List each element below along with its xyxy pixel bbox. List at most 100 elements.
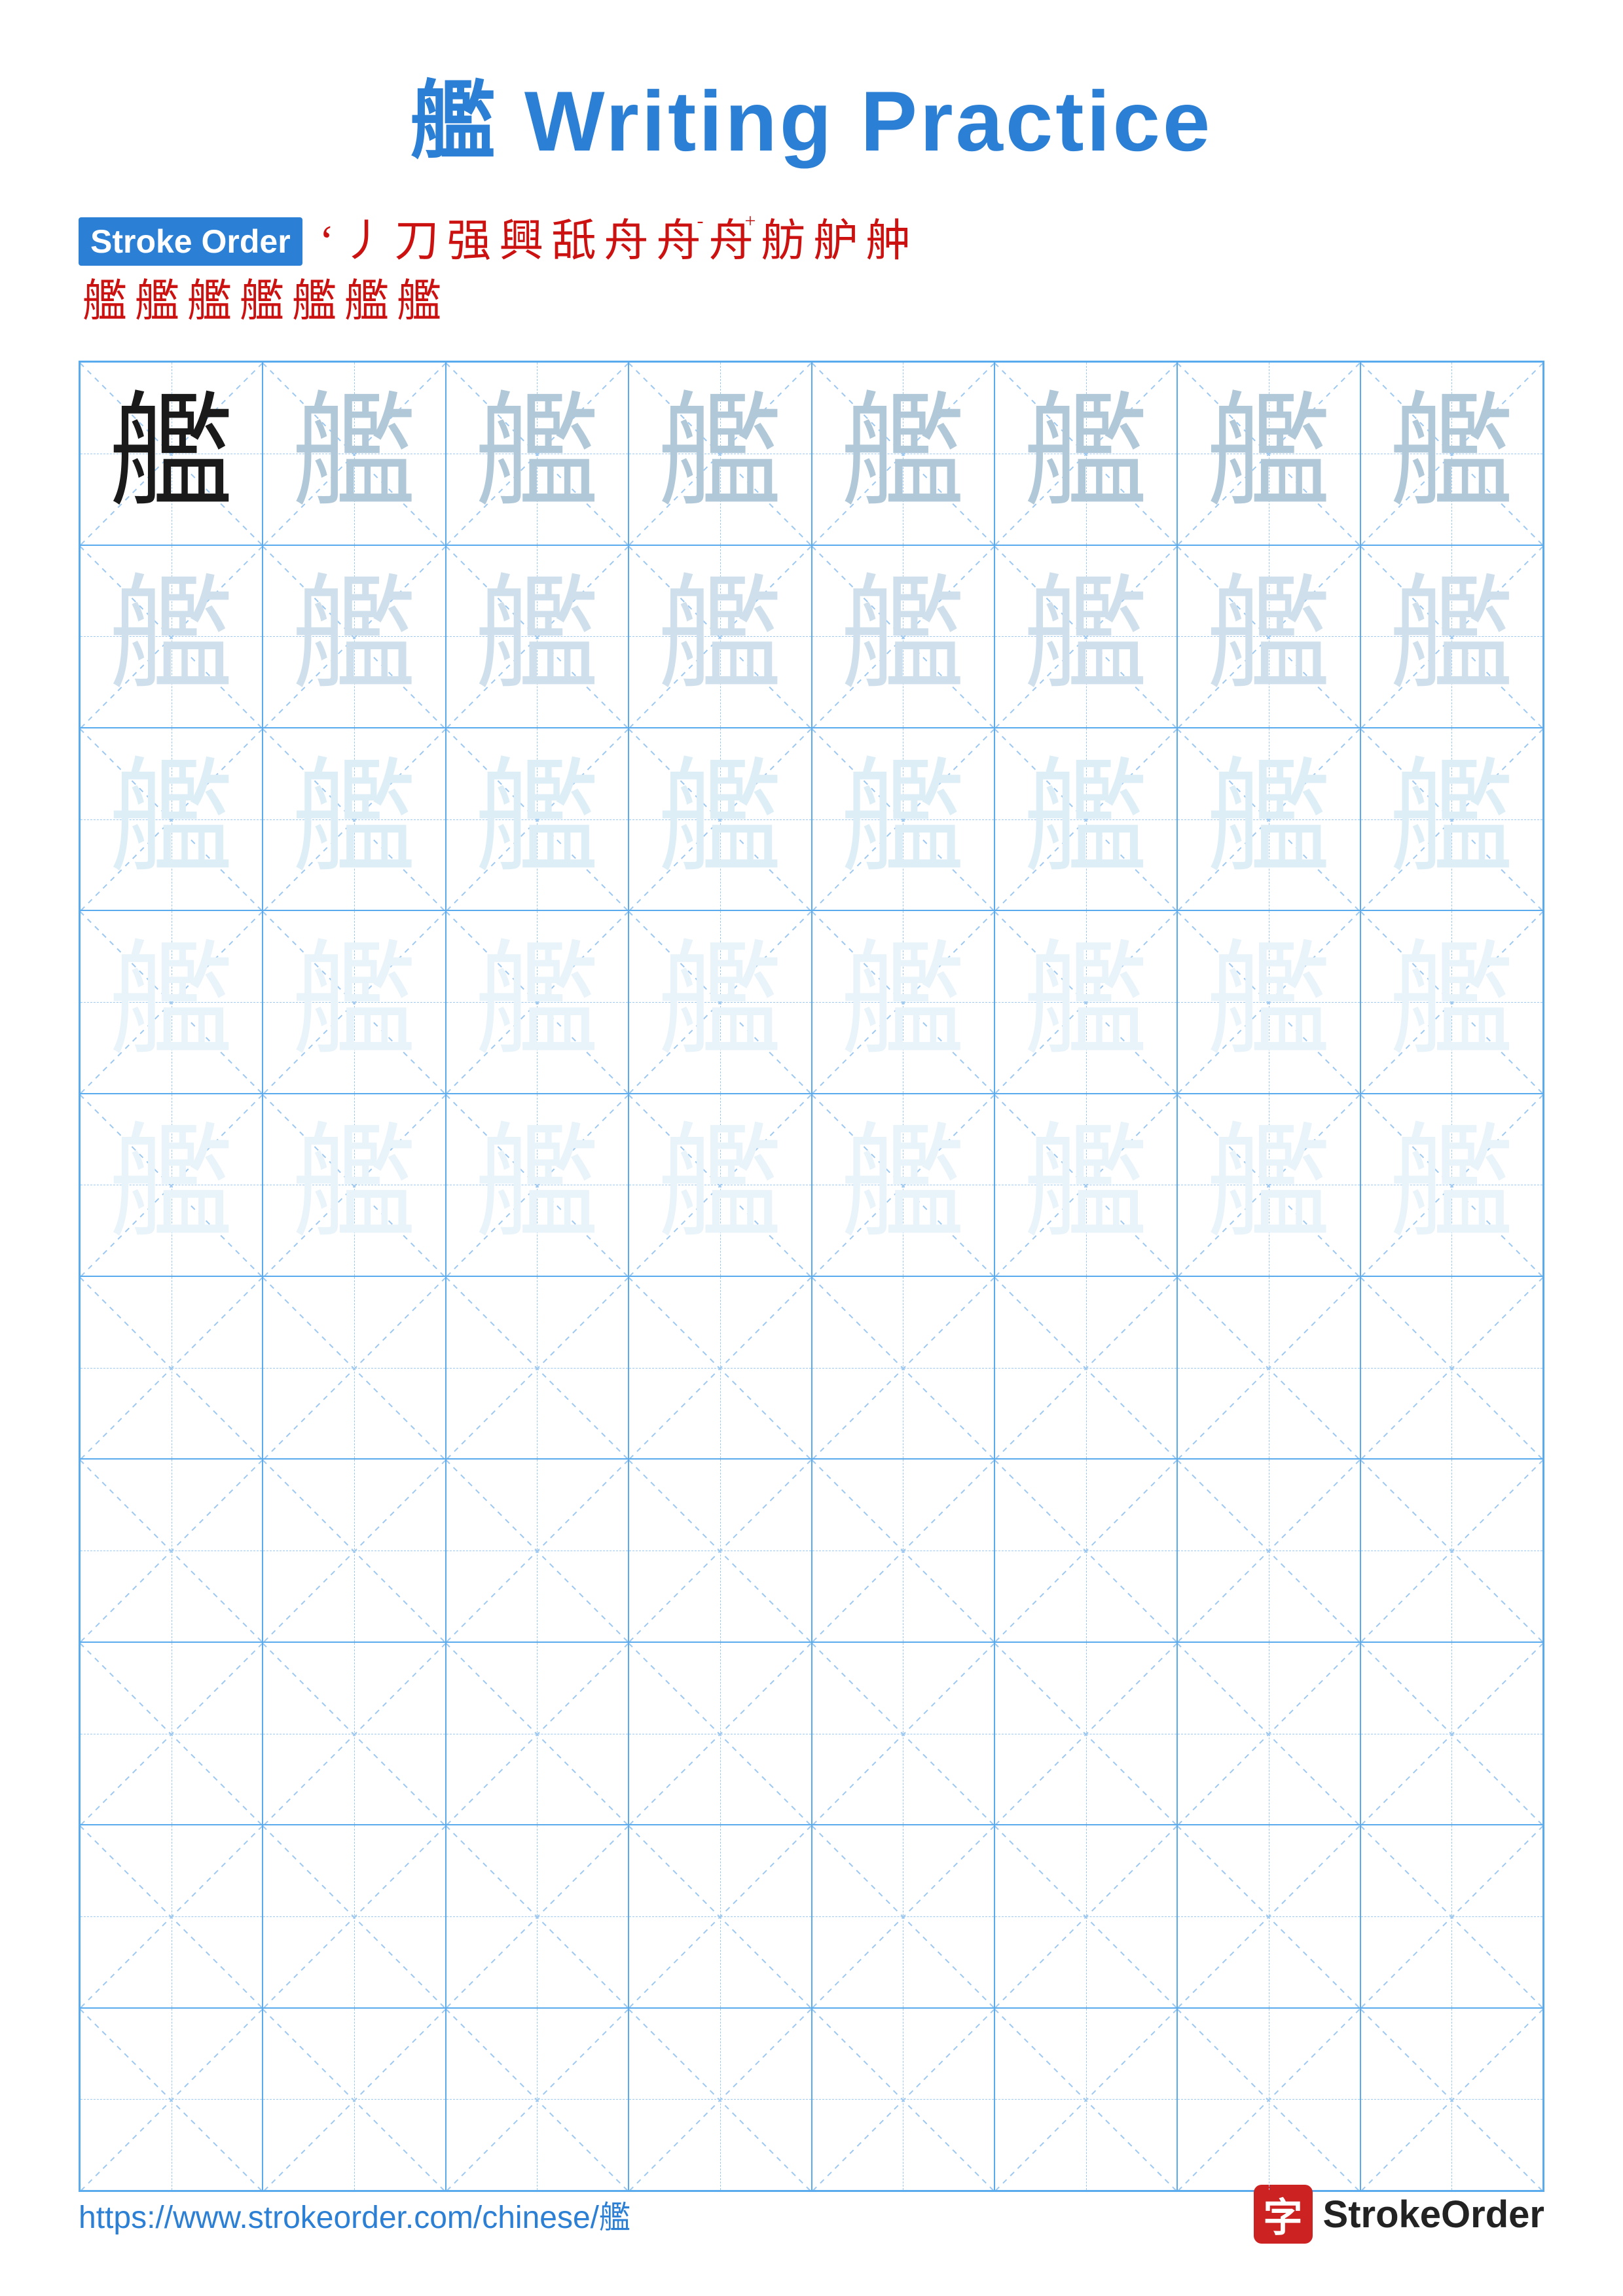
grid-cell-10-4[interactable] xyxy=(629,2008,811,2191)
grid-cell-9-8[interactable] xyxy=(1360,1825,1543,2007)
stroke-1: ‘ xyxy=(319,215,335,268)
grid-cell-5-4: 艦 xyxy=(629,1094,811,1276)
stroke-18: 艦 xyxy=(344,275,389,329)
practice-char: 艦 xyxy=(841,940,965,1064)
grid-cell-9-6[interactable] xyxy=(994,1825,1177,2007)
footer-url[interactable]: https://www.strokeorder.com/chinese/艦 xyxy=(79,2191,630,2237)
practice-char: 艦 xyxy=(1024,391,1148,516)
grid-cell-4-1: 艦 xyxy=(80,910,263,1093)
grid-cell-7-2[interactable] xyxy=(263,1459,445,1641)
grid-cell-1-2: 艦 xyxy=(263,362,445,545)
grid-cell-10-5[interactable] xyxy=(812,2008,994,2191)
practice-char: 艦 xyxy=(475,940,599,1064)
grid-cell-7-1[interactable] xyxy=(80,1459,263,1641)
grid-cell-8-6[interactable] xyxy=(994,1642,1177,1825)
grid-cell-5-2: 艦 xyxy=(263,1094,445,1276)
stroke-19: 艦 xyxy=(397,275,441,329)
stroke-10: 舫 xyxy=(761,215,805,268)
grid-cell-6-5[interactable] xyxy=(812,1276,994,1459)
grid-row-5: 艦 艦 艦 艦 艦 艦 艦 xyxy=(80,1094,1543,1276)
grid-cell-4-7: 艦 xyxy=(1177,910,1360,1093)
grid-cell-8-5[interactable] xyxy=(812,1642,994,1825)
grid-cell-7-7[interactable] xyxy=(1177,1459,1360,1641)
grid-cell-3-8: 艦 xyxy=(1360,728,1543,910)
practice-char: 艦 xyxy=(1389,391,1514,516)
grid-cell-8-8[interactable] xyxy=(1360,1642,1543,1825)
grid-cell-1-5: 艦 xyxy=(812,362,994,545)
grid-cell-7-8[interactable] xyxy=(1360,1459,1543,1641)
grid-cell-5-3: 艦 xyxy=(446,1094,629,1276)
grid-cell-7-4[interactable] xyxy=(629,1459,811,1641)
practice-char: 艦 xyxy=(841,391,965,516)
grid-cell-10-6[interactable] xyxy=(994,2008,1177,2191)
practice-char: 艦 xyxy=(658,574,782,698)
grid-cell-3-6: 艦 xyxy=(994,728,1177,910)
stroke-order-row: Stroke Order ‘ 丿 刀 强 興 舐 舟 舟- 舟+ 舫 舮 舯 xyxy=(79,215,1544,268)
brand-name: StrokeOrder xyxy=(1323,2193,1544,2236)
grid-cell-9-2[interactable] xyxy=(263,1825,445,2007)
practice-char: 艦 xyxy=(475,757,599,882)
grid-cell-10-2[interactable] xyxy=(263,2008,445,2191)
grid-cell-7-3[interactable] xyxy=(446,1459,629,1641)
stroke-2: 丿 xyxy=(342,215,386,268)
grid-row-10 xyxy=(80,2008,1543,2191)
grid-cell-5-1: 艦 xyxy=(80,1094,263,1276)
practice-char: 艦 xyxy=(109,574,234,698)
stroke-5: 興 xyxy=(499,215,543,268)
grid-row-9 xyxy=(80,1825,1543,2007)
stroke-order-label: Stroke Order xyxy=(79,217,302,266)
practice-char: 艦 xyxy=(292,940,416,1064)
grid-cell-9-3[interactable] xyxy=(446,1825,629,2007)
grid-cell-6-6[interactable] xyxy=(994,1276,1177,1459)
grid-row-1: 艦 艦 艦 艦 艦 艦 艦 xyxy=(80,362,1543,545)
stroke-11: 舮 xyxy=(813,215,858,268)
practice-char: 艦 xyxy=(841,574,965,698)
grid-cell-1-7: 艦 xyxy=(1177,362,1360,545)
grid-cell-8-3[interactable] xyxy=(446,1642,629,1825)
practice-char: 艦 xyxy=(1207,940,1331,1064)
practice-char: 艦 xyxy=(658,391,782,516)
grid-cell-6-4[interactable] xyxy=(629,1276,811,1459)
stroke-9: 舟+ xyxy=(708,215,753,268)
practice-char: 艦 xyxy=(109,940,234,1064)
grid-cell-9-7[interactable] xyxy=(1177,1825,1360,2007)
grid-cell-3-7: 艦 xyxy=(1177,728,1360,910)
grid-cell-10-8[interactable] xyxy=(1360,2008,1543,2191)
writing-grid: 艦 艦 艦 艦 艦 艦 艦 xyxy=(79,361,1544,2192)
grid-cell-3-2: 艦 xyxy=(263,728,445,910)
grid-cell-6-2[interactable] xyxy=(263,1276,445,1459)
footer: https://www.strokeorder.com/chinese/艦 字 … xyxy=(79,2185,1544,2244)
practice-char: 艦 xyxy=(1024,940,1148,1064)
page-title: 艦 Writing Practice xyxy=(410,52,1213,175)
grid-cell-6-7[interactable] xyxy=(1177,1276,1360,1459)
grid-cell-1-6: 艦 xyxy=(994,362,1177,545)
grid-cell-8-1[interactable] xyxy=(80,1642,263,1825)
grid-cell-8-2[interactable] xyxy=(263,1642,445,1825)
stroke-14: 艦 xyxy=(135,275,179,329)
grid-cell-10-3[interactable] xyxy=(446,2008,629,2191)
practice-char: 艦 xyxy=(1389,1122,1514,1247)
stroke-16: 艦 xyxy=(240,275,284,329)
grid-row-2: 艦 艦 艦 艦 艦 艦 艦 xyxy=(80,545,1543,728)
practice-char: 艦 xyxy=(475,574,599,698)
practice-char: 艦 xyxy=(1389,757,1514,882)
practice-char: 艦 xyxy=(1024,574,1148,698)
practice-char: 艦 xyxy=(1207,757,1331,882)
grid-cell-6-3[interactable] xyxy=(446,1276,629,1459)
grid-cell-4-6: 艦 xyxy=(994,910,1177,1093)
grid-cell-9-5[interactable] xyxy=(812,1825,994,2007)
grid-cell-7-5[interactable] xyxy=(812,1459,994,1641)
grid-cell-9-1[interactable] xyxy=(80,1825,263,2007)
grid-cell-6-1[interactable] xyxy=(80,1276,263,1459)
grid-cell-3-4: 艦 xyxy=(629,728,811,910)
grid-cell-6-8[interactable] xyxy=(1360,1276,1543,1459)
grid-cell-8-7[interactable] xyxy=(1177,1642,1360,1825)
grid-cell-8-4[interactable] xyxy=(629,1642,811,1825)
grid-cell-10-7[interactable] xyxy=(1177,2008,1360,2191)
practice-char: 艦 xyxy=(1207,574,1331,698)
grid-cell-10-1[interactable] xyxy=(80,2008,263,2191)
grid-cell-7-6[interactable] xyxy=(994,1459,1177,1641)
grid-cell-9-4[interactable] xyxy=(629,1825,811,2007)
practice-char: 艦 xyxy=(841,757,965,882)
grid-cell-2-4: 艦 xyxy=(629,545,811,728)
